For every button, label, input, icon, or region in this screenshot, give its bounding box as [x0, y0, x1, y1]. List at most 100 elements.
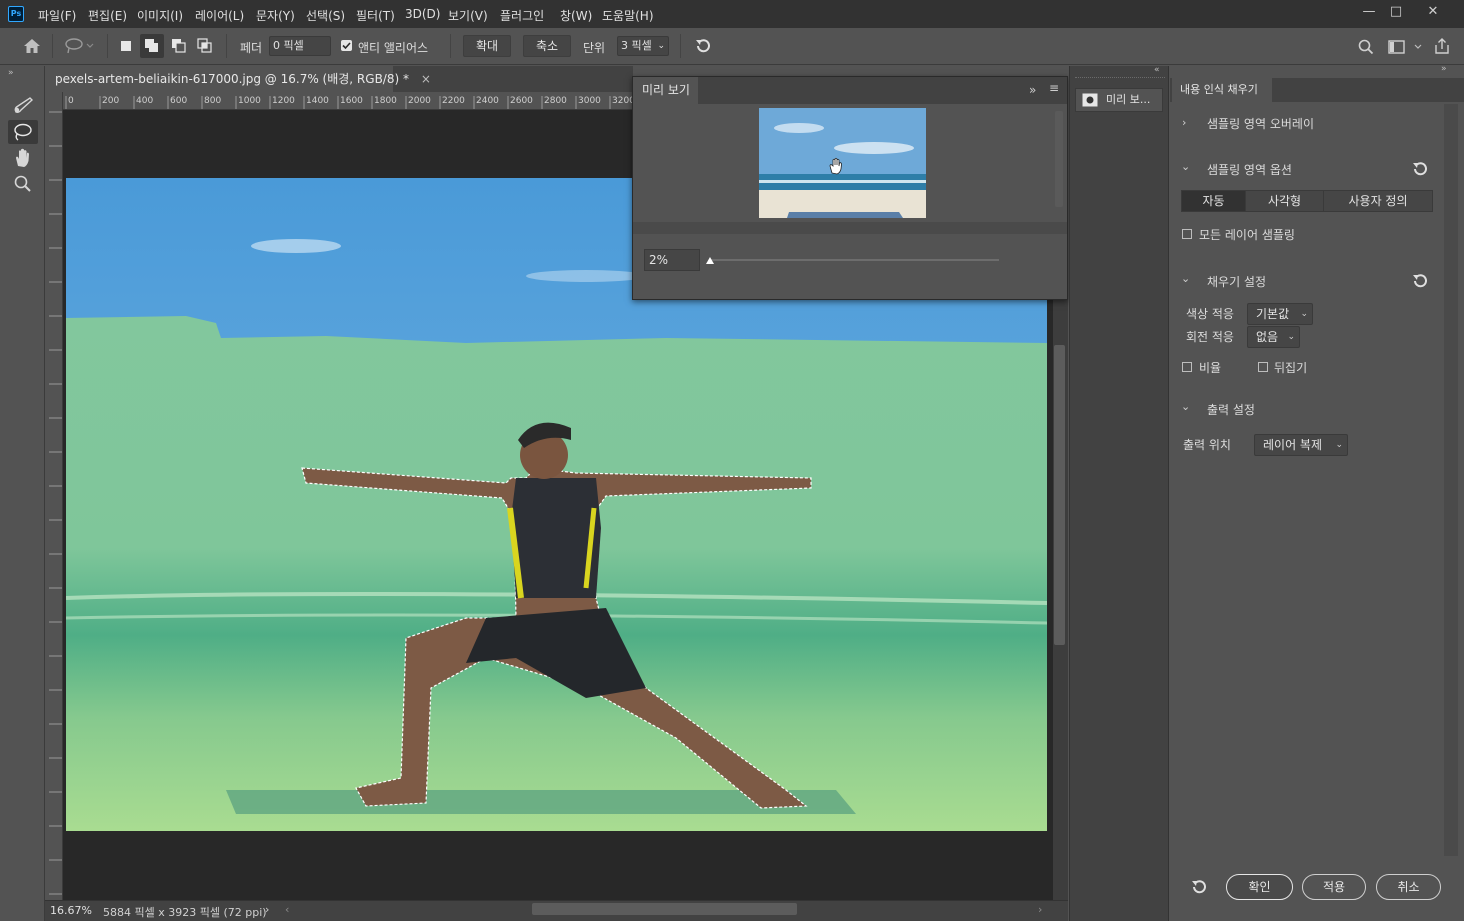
ruler-label: 200 [102, 96, 120, 106]
menu-select[interactable]: 선택(S) [306, 7, 345, 24]
menu-type[interactable]: 문자(Y) [256, 7, 295, 24]
contract-button[interactable]: 축소 [523, 35, 571, 57]
menu-view[interactable]: 보기(V) [448, 7, 488, 24]
collapse-right-panel-icon[interactable]: » [1441, 64, 1447, 74]
menu-plugins[interactable]: 플러그인 [500, 7, 544, 24]
feather-input[interactable]: 0 픽셀 [269, 36, 331, 56]
output-to-dropdown[interactable]: 레이어 복제 ⌄ [1254, 434, 1348, 456]
menu-edit[interactable]: 편집(E) [88, 7, 127, 24]
scale-checkbox[interactable] [1182, 362, 1192, 372]
scroll-right-icon[interactable]: › [1038, 903, 1042, 916]
hand-cursor-icon [827, 157, 843, 178]
vertical-scroll-thumb[interactable] [1054, 345, 1065, 645]
scroll-left-icon[interactable]: ‹ [285, 903, 289, 916]
photoshop-logo: Ps [8, 6, 24, 22]
workspace-icon[interactable] [1388, 39, 1422, 58]
dock-grip[interactable] [1075, 77, 1165, 80]
reset-fill-icon[interactable] [1411, 273, 1429, 292]
sample-all-layers-checkbox[interactable] [1182, 229, 1192, 239]
unit-label: 단위 [583, 41, 606, 55]
panel-scrollbar[interactable] [1444, 104, 1458, 856]
panel-menu-icon[interactable]: ≡ [1049, 81, 1059, 95]
chevron-right-icon[interactable]: › [265, 903, 269, 916]
menu-layer[interactable]: 레이어(L) [195, 7, 244, 24]
sampling-options-section[interactable]: 샘플링 영역 옵션 [1207, 161, 1292, 178]
ruler-label: 0 [68, 96, 74, 106]
antialias-checkbox[interactable] [341, 40, 352, 51]
slider-handle-icon[interactable] [705, 255, 715, 269]
sampling-auto-button[interactable]: 자동 [1181, 190, 1246, 212]
reset-sampling-icon[interactable] [1411, 161, 1429, 180]
menu-help[interactable]: 도움말(H) [602, 7, 654, 24]
preview-zoom-input[interactable]: 2% [644, 249, 700, 271]
reset-icon[interactable] [694, 38, 712, 57]
preview-scroll-thumb[interactable] [1055, 111, 1063, 207]
tools-panel: » [0, 66, 45, 921]
rotation-adaptation-dropdown[interactable]: 없음 ⌄ [1247, 326, 1300, 348]
chevron-down-icon[interactable]: ⌄ [1181, 272, 1190, 285]
apply-button[interactable]: 적용 [1302, 874, 1366, 900]
unit-dropdown[interactable]: 3 픽셀 ⌄ [617, 36, 669, 56]
menu-3d[interactable]: 3D(D) [405, 7, 440, 21]
menu-file[interactable]: 파일(F) [38, 7, 76, 24]
minimize-button[interactable]: — [1355, 2, 1383, 22]
subtract-selection-icon[interactable] [170, 37, 188, 55]
mirror-checkbox[interactable] [1258, 362, 1268, 372]
menu-filter[interactable]: 필터(T) [356, 7, 395, 24]
expand-button[interactable]: 확대 [463, 35, 511, 57]
preview-dock-button[interactable]: 미리 보... [1075, 88, 1163, 112]
menu-window[interactable]: 창(W) [560, 7, 592, 24]
vertical-ruler [45, 92, 63, 900]
cancel-button[interactable]: 취소 [1376, 874, 1441, 900]
lasso-preset-icon[interactable] [64, 38, 94, 57]
menu-bar: Ps 파일(F) 편집(E) 이미지(I) 레이어(L) 문자(Y) 선택(S)… [0, 0, 1464, 28]
zoom-tool-icon[interactable] [8, 172, 38, 196]
ruler-label: 2000 [408, 96, 431, 106]
preview-dock-label: 미리 보... [1106, 93, 1151, 106]
fill-settings-section[interactable]: 채우기 설정 [1207, 273, 1266, 290]
ruler-label: 2800 [544, 96, 567, 106]
hand-tool-icon[interactable] [8, 146, 38, 170]
add-to-selection-icon[interactable] [140, 34, 164, 58]
sampling-overlay-section[interactable]: 샘플링 영역 오버레이 [1207, 115, 1314, 132]
chevron-down-icon: ⌄ [1287, 332, 1295, 342]
content-aware-fill-tab[interactable]: 내용 인식 채우기 [1172, 78, 1272, 102]
new-selection-icon[interactable] [120, 40, 132, 52]
preview-tab[interactable]: 미리 보기 [633, 77, 698, 104]
maximize-button[interactable]: □ [1382, 2, 1410, 22]
sampling-custom-button[interactable]: 사용자 정의 [1323, 190, 1433, 212]
chevron-down-icon[interactable]: ⌄ [1181, 400, 1190, 413]
close-tab-icon[interactable]: × [421, 72, 431, 86]
ruler-label: 1000 [238, 96, 261, 106]
sampling-rectangle-button[interactable]: 사각형 [1245, 190, 1324, 212]
chevron-right-icon[interactable]: › [1182, 116, 1186, 129]
brush-tool-icon[interactable] [8, 94, 38, 118]
menu-image[interactable]: 이미지(I) [137, 7, 183, 24]
color-adaptation-dropdown[interactable]: 기본값 ⌄ [1247, 303, 1313, 325]
search-icon[interactable] [1358, 39, 1374, 58]
preview-zoom-slider[interactable] [709, 259, 999, 261]
share-icon[interactable] [1434, 37, 1450, 58]
zoom-level[interactable]: 16.67% [50, 904, 92, 917]
output-settings-section[interactable]: 출력 설정 [1207, 401, 1255, 418]
expand-dock-icon[interactable]: « [1154, 65, 1160, 75]
ruler-label: 1200 [272, 96, 295, 106]
color-adaptation-label: 색상 적응 [1186, 307, 1234, 321]
scale-label: 비율 [1199, 361, 1222, 375]
preview-panel: 미리 보기 » ≡ 2% [632, 76, 1068, 300]
output-to-value: 레이어 복제 [1263, 438, 1323, 452]
expand-toolbar-icon[interactable]: » [8, 68, 14, 78]
output-to-label: 출력 위치 [1183, 438, 1231, 452]
document-tab[interactable]: pexels-artem-beliaikin-617000.jpg @ 16.7… [45, 66, 431, 92]
preview-panel-icon [1082, 93, 1098, 115]
intersect-selection-icon[interactable] [196, 37, 214, 55]
horizontal-scroll-thumb[interactable] [532, 903, 797, 915]
ruler-label: 3000 [578, 96, 601, 106]
ok-button[interactable]: 확인 [1226, 874, 1293, 900]
home-icon[interactable] [22, 37, 42, 58]
lasso-tool-icon[interactable] [8, 120, 38, 144]
chevron-down-icon[interactable]: ⌄ [1181, 160, 1190, 173]
close-window-button[interactable]: ✕ [1419, 2, 1447, 22]
reset-all-icon[interactable] [1190, 879, 1208, 898]
collapse-panel-icon[interactable]: » [1029, 83, 1036, 97]
